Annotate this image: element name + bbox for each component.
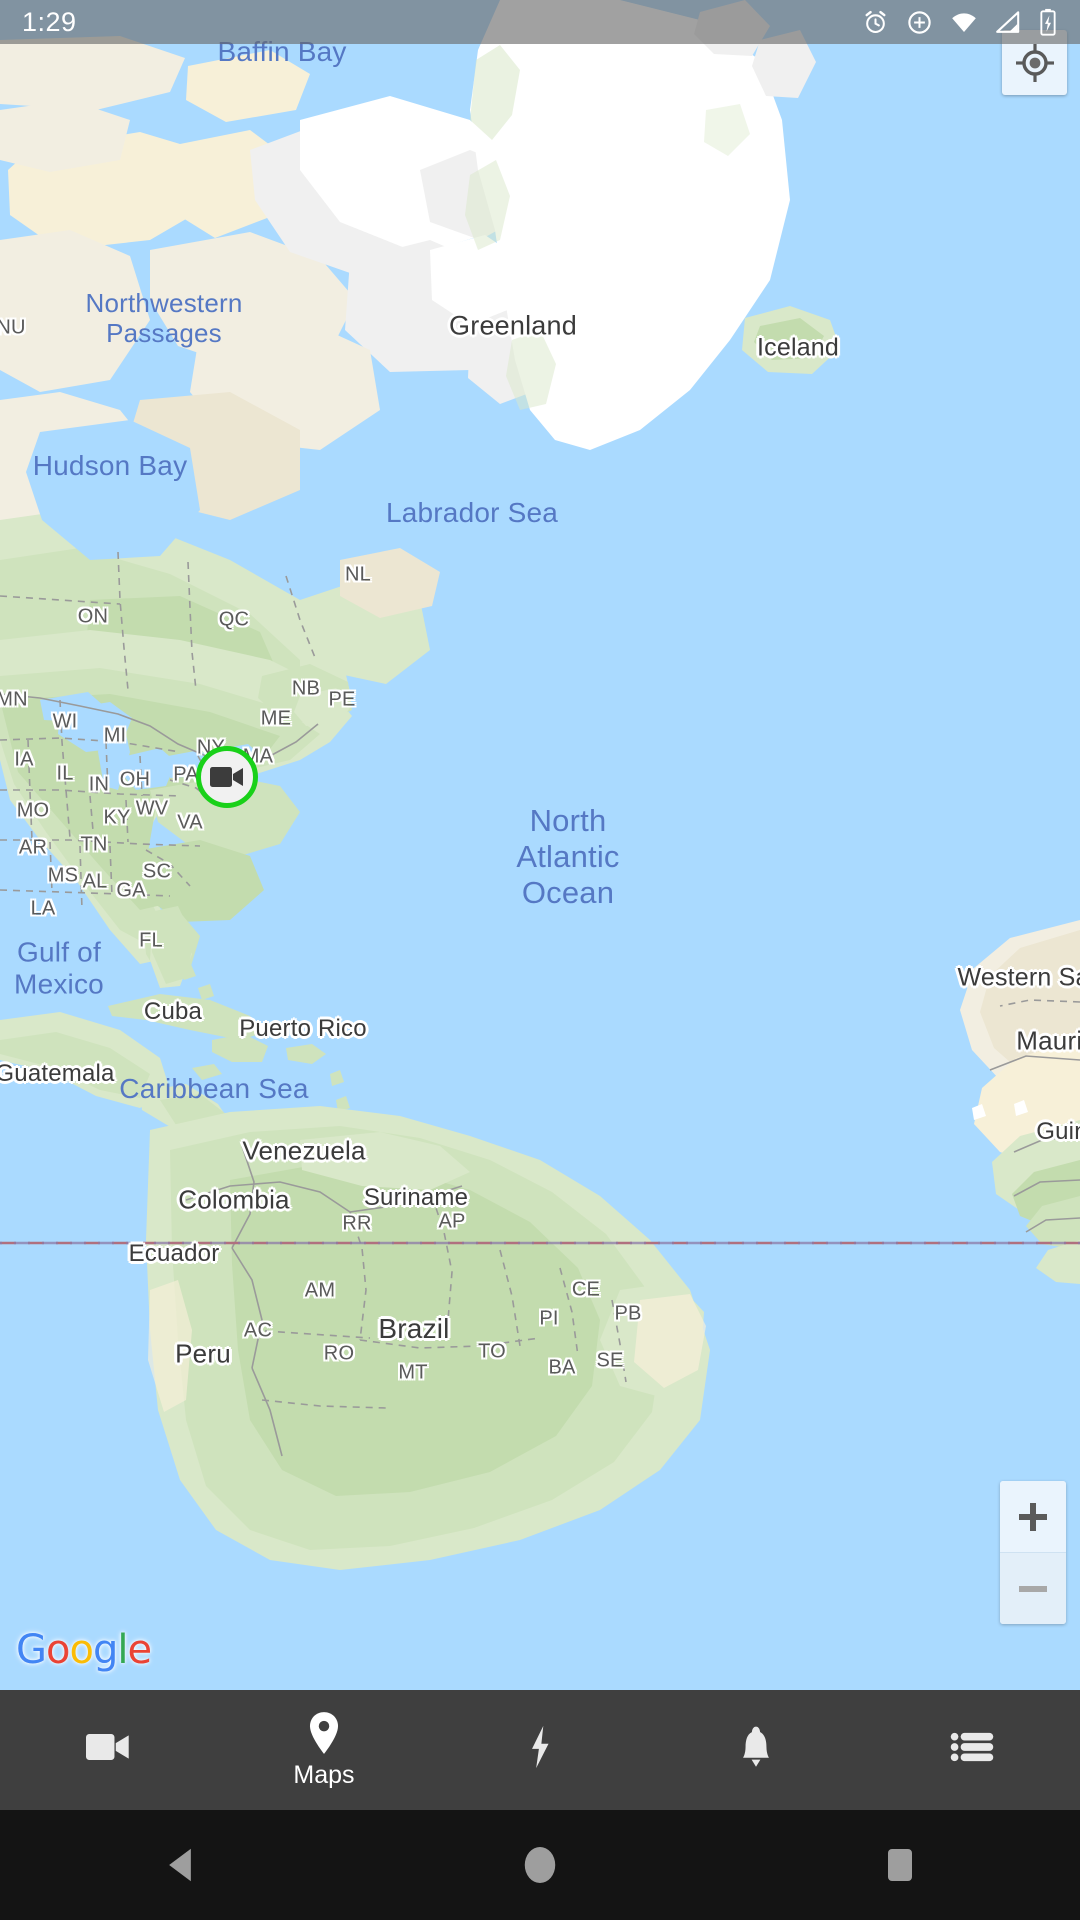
android-system-nav[interactable] xyxy=(0,1810,1080,1920)
location-add-icon xyxy=(908,10,931,34)
nav-item-maps-label: Maps xyxy=(293,1760,355,1789)
zoom-out-button[interactable] xyxy=(1000,1553,1066,1624)
system-back-button[interactable] xyxy=(0,1810,360,1920)
status-bar-clock: 1:29 xyxy=(22,6,77,37)
map-geometry: .water{fill:#aadaff} .green{fill:#cfe3bd… xyxy=(0,0,1080,1690)
google-logo-letter: l xyxy=(117,1627,128,1673)
video-camera-icon xyxy=(210,767,243,787)
map-canvas[interactable]: .water{fill:#aadaff} .green{fill:#cfe3bd… xyxy=(0,0,1080,1690)
lightning-bolt-icon xyxy=(532,1725,549,1769)
app-root: .water{fill:#aadaff} .green{fill:#cfe3bd… xyxy=(0,0,1080,1920)
nav-item-camera[interactable] xyxy=(0,1690,216,1810)
status-bar: 1:29 xyxy=(0,0,1080,44)
home-circle-icon xyxy=(524,1847,556,1883)
back-triangle-icon xyxy=(169,1848,191,1882)
zoom-in-button[interactable] xyxy=(1000,1481,1066,1552)
google-logo-letter: o xyxy=(69,1627,94,1673)
google-logo-letter: o xyxy=(46,1627,71,1673)
alarm-icon xyxy=(865,10,886,33)
google-logo-letter: G xyxy=(16,1627,47,1673)
recents-square-icon xyxy=(888,1849,912,1881)
status-bar-icons xyxy=(862,8,1058,36)
nav-item-activity[interactable] xyxy=(432,1690,648,1810)
bell-icon xyxy=(743,1726,769,1767)
video-camera-icon xyxy=(86,1734,129,1760)
my-location-crosshair-icon xyxy=(1015,43,1054,82)
list-menu-icon xyxy=(950,1732,994,1762)
map-pin-icon xyxy=(309,1711,339,1754)
camera-marker[interactable] xyxy=(196,746,258,808)
wifi-icon xyxy=(952,12,976,32)
nav-item-maps[interactable]: Maps xyxy=(216,1690,432,1810)
system-home-button[interactable] xyxy=(360,1810,720,1920)
zoom-controls[interactable] xyxy=(1000,1481,1066,1624)
minus-icon xyxy=(1019,1585,1047,1592)
battery-charging-icon xyxy=(1040,8,1056,36)
system-recents-button[interactable] xyxy=(720,1810,1080,1920)
bottom-navigation-bar[interactable]: Maps xyxy=(0,1690,1080,1810)
nav-item-list[interactable] xyxy=(864,1690,1080,1810)
plus-icon xyxy=(1019,1502,1047,1531)
google-logo-letter: g xyxy=(92,1627,118,1673)
google-logo: Google xyxy=(16,1627,152,1673)
google-logo-letter: e xyxy=(127,1627,152,1673)
nav-item-notifications[interactable] xyxy=(648,1690,864,1810)
cellular-signal-icon xyxy=(996,10,1020,33)
